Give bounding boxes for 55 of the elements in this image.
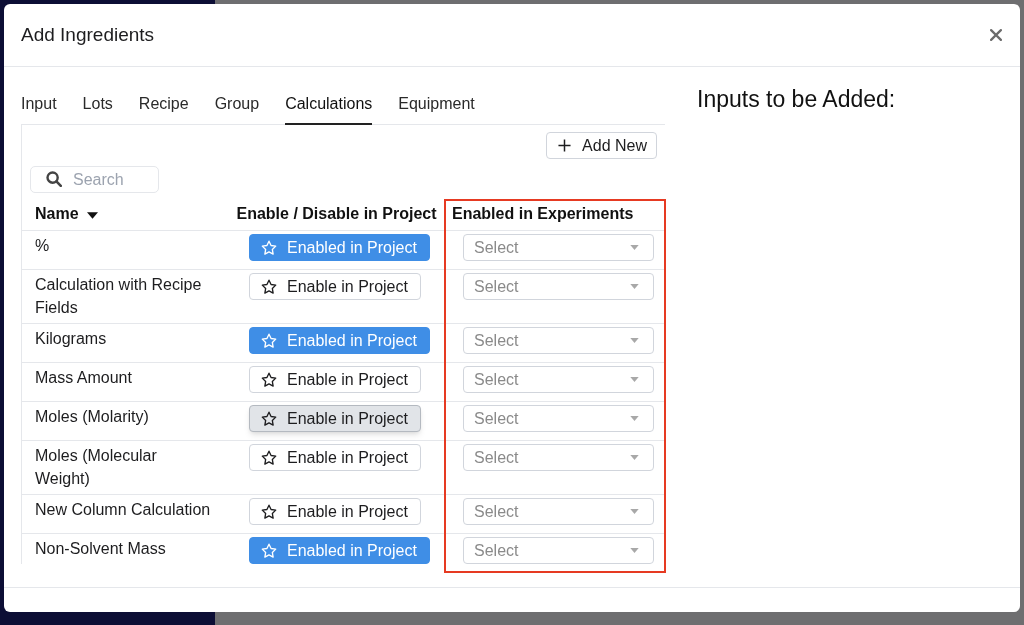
caret-icon bbox=[630, 284, 639, 289]
tab[interactable]: Group bbox=[214, 86, 260, 125]
caret-icon bbox=[630, 338, 639, 343]
panel-heading: Inputs to be Added: bbox=[697, 86, 896, 112]
sort-caret-icon[interactable] bbox=[86, 211, 98, 219]
caret-icon bbox=[630, 509, 639, 514]
project-toggle-button[interactable]: Enable in Project bbox=[249, 273, 421, 300]
tab[interactable]: Equipment bbox=[398, 86, 475, 125]
caret-icon bbox=[630, 455, 639, 460]
search-field[interactable]: Search bbox=[30, 166, 159, 193]
select-dropdown[interactable]: Select bbox=[463, 498, 654, 525]
caret-icon bbox=[630, 548, 639, 553]
add-new-button[interactable]: Add New bbox=[546, 132, 657, 159]
tab[interactable]: Input bbox=[21, 86, 57, 125]
tab[interactable]: Recipe bbox=[138, 86, 189, 125]
column-header: Enable / Disable in Project bbox=[236, 203, 437, 224]
caret-icon bbox=[630, 245, 639, 250]
ingredient-name: Mass Amount bbox=[35, 368, 132, 388]
project-toggle-button[interactable]: Enable in Project bbox=[249, 444, 421, 471]
select-dropdown[interactable]: Select bbox=[463, 327, 654, 354]
star-icon bbox=[261, 410, 277, 427]
star-icon bbox=[261, 332, 277, 349]
plus-icon bbox=[558, 139, 572, 152]
project-toggle-button[interactable]: Enable in Project bbox=[249, 498, 421, 525]
project-toggle-button[interactable]: Enable in Project bbox=[249, 366, 421, 393]
ingredient-name: Kilograms bbox=[35, 329, 107, 349]
select-dropdown[interactable]: Select bbox=[463, 405, 654, 432]
ingredient-name: % bbox=[35, 236, 50, 256]
caret-icon bbox=[630, 416, 639, 421]
close-button[interactable] bbox=[989, 28, 1003, 42]
select-dropdown[interactable]: Select bbox=[463, 537, 654, 564]
star-icon bbox=[261, 449, 277, 466]
caret-icon bbox=[630, 377, 639, 382]
select-dropdown[interactable]: Select bbox=[463, 234, 654, 261]
search-icon bbox=[46, 171, 62, 187]
ingredient-name: New Column Calculation bbox=[35, 500, 211, 520]
select-dropdown[interactable]: Select bbox=[463, 444, 654, 471]
project-toggle-button[interactable]: Enable in Project bbox=[249, 405, 421, 432]
ingredient-name: Moles (Molarity) bbox=[35, 407, 149, 427]
ingredient-name: Moles (Molecular Weight) bbox=[35, 446, 158, 489]
select-dropdown[interactable]: Select bbox=[463, 366, 654, 393]
dialog-title: Add Ingredients bbox=[21, 23, 155, 47]
star-icon bbox=[261, 371, 277, 388]
ingredient-name: Calculation with Recipe Fields bbox=[35, 275, 203, 318]
star-icon bbox=[261, 503, 277, 520]
star-icon bbox=[261, 278, 277, 295]
column-header[interactable]: Name bbox=[35, 203, 79, 224]
close-icon bbox=[990, 29, 1002, 41]
star-icon bbox=[261, 542, 277, 559]
column-header: Enabled in Experiments bbox=[452, 203, 634, 224]
select-dropdown[interactable]: Select bbox=[463, 273, 654, 300]
star-icon bbox=[261, 239, 277, 256]
tab[interactable]: Calculations bbox=[285, 86, 373, 125]
ingredient-name: Non-Solvent Mass bbox=[35, 539, 166, 559]
tab[interactable]: Lots bbox=[82, 86, 113, 125]
